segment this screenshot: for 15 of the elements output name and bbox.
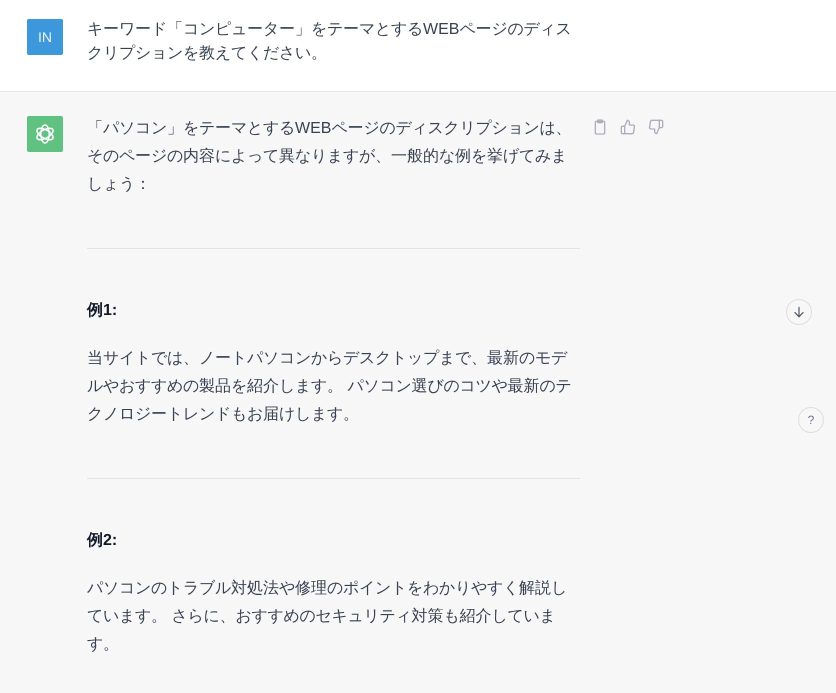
arrow-down-icon	[792, 305, 806, 319]
message-text: 「パソコン」をテーマとするWEBページのディスクリプションは、そのページの内容によって異なりますが、一般的な例を挙げてみましょう：	[87, 118, 572, 195]
thumbs-up-button[interactable]	[620, 119, 636, 135]
message-text: 当サイトでは、ノートパソコンからデスクトップまで、最新のモデルやおすすめの製品を紹介します。 パソコン選びのコツや最新のテクノロジートレンドもお届けします。	[87, 348, 572, 425]
example-heading: 例1:	[87, 301, 118, 321]
thumbs-down-button[interactable]	[648, 119, 664, 135]
example-heading: 例2:	[87, 531, 118, 551]
thumbs-up-icon	[620, 119, 636, 135]
initials-avatar: IN	[27, 19, 63, 55]
copy-button[interactable]	[592, 119, 608, 135]
message-text: パソコンのトラブル対処法や修理のポイントをわかりやすく解説しています。 さらに、おすすめのセキュリティ対策も紹介しています。	[87, 578, 568, 655]
message-text: キーワード「コンピューター」をテーマとするWEBページのディスクリプションを教えてください。	[87, 20, 572, 64]
atom-logo-icon	[27, 116, 63, 152]
clipboard-icon	[592, 119, 608, 135]
thumbs-down-icon	[648, 119, 664, 135]
